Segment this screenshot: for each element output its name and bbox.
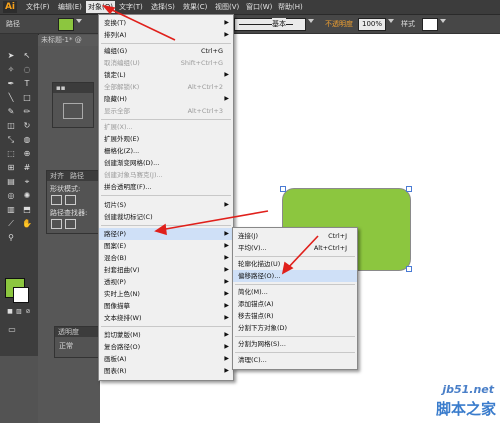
arrow-head-icon [154,223,167,236]
arrow-to-offset-path [285,235,319,271]
watermark-text: 脚本之家 [435,400,496,418]
arrow-head-icon [101,4,116,15]
arrow-to-path-item [159,210,269,231]
arrow-to-object-menu [107,7,176,41]
annotation-arrows [101,4,319,275]
watermark-url: jb51.net [442,383,494,396]
